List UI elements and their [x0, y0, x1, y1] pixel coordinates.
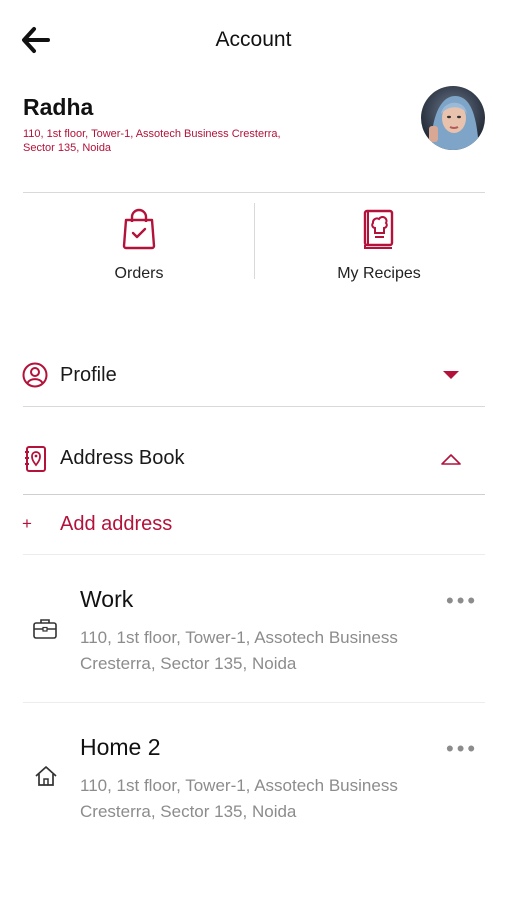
- my-recipes-label: My Recipes: [337, 265, 421, 282]
- page-title: Account: [215, 28, 292, 51]
- shopping-bag-icon: [122, 208, 156, 250]
- user-name: Radha: [23, 94, 94, 120]
- vertical-divider: [254, 203, 255, 279]
- orders-tile[interactable]: Orders: [79, 208, 199, 283]
- avatar[interactable]: [421, 86, 485, 150]
- recipe-book-icon: [363, 209, 394, 249]
- more-options-icon[interactable]: •••: [446, 736, 478, 762]
- add-address-button[interactable]: + Add address: [22, 512, 322, 540]
- address-text: 110, 1st floor, Tower-1, Assotech Busine…: [80, 628, 398, 673]
- orders-label: Orders: [114, 265, 164, 282]
- profile-label: Profile: [60, 364, 117, 386]
- address-book-label: Address Book: [60, 447, 185, 469]
- plus-icon: +: [22, 514, 32, 533]
- divider: [23, 554, 485, 555]
- user-address: 110, 1st floor, Tower-1, Assotech Busine…: [23, 128, 281, 154]
- address-card-home-2: Home 2 ••• 110, 1st floor, Tower-1, Asso…: [22, 733, 485, 833]
- divider: [23, 702, 485, 703]
- address-text: 110, 1st floor, Tower-1, Assotech Busine…: [80, 776, 398, 821]
- address-title: Work: [80, 586, 134, 612]
- briefcase-icon: [33, 619, 57, 639]
- add-address-label: Add address: [60, 513, 173, 535]
- address-book-icon: [25, 446, 46, 472]
- address-book-row[interactable]: Address Book: [22, 445, 485, 475]
- more-options-icon[interactable]: •••: [446, 588, 478, 614]
- user-circle-icon: [22, 362, 48, 388]
- divider: [23, 192, 485, 193]
- caret-down-icon[interactable]: [442, 370, 460, 380]
- divider: [23, 406, 485, 407]
- my-recipes-tile[interactable]: My Recipes: [319, 208, 439, 283]
- address-title: Home 2: [80, 734, 161, 760]
- caret-up-outline-icon[interactable]: [441, 453, 461, 465]
- home-icon: [35, 766, 57, 786]
- divider: [23, 494, 485, 495]
- address-card-work: Work ••• 110, 1st floor, Tower-1, Assote…: [22, 584, 485, 684]
- profile-row[interactable]: Profile: [22, 362, 485, 392]
